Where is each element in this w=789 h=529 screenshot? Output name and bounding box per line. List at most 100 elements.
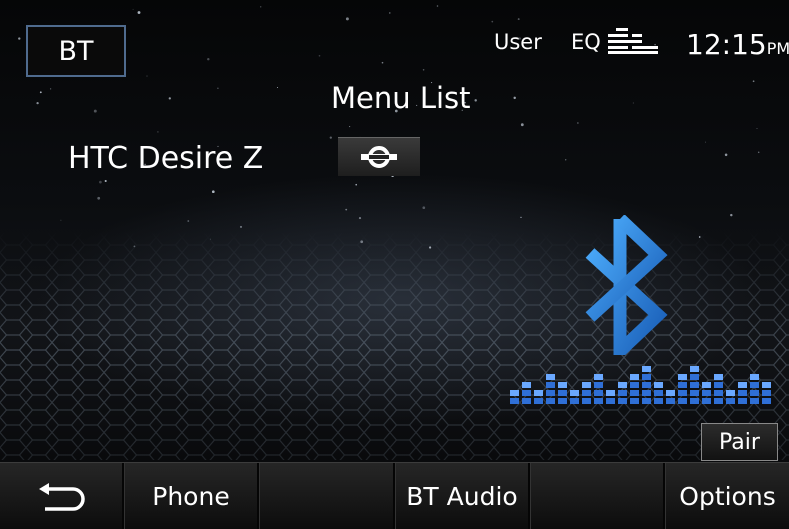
bar-divider xyxy=(528,463,531,529)
star xyxy=(757,151,760,154)
star xyxy=(422,206,426,210)
star xyxy=(260,6,262,8)
options-button[interactable]: Options xyxy=(666,463,789,529)
visualizer-bar-segment xyxy=(726,390,735,396)
visualizer-bar-segment xyxy=(714,374,723,380)
visualizer-bar-segment xyxy=(738,398,747,404)
visualizer-bar-segment xyxy=(654,382,663,388)
star xyxy=(318,54,321,57)
paired-device-name[interactable]: HTC Desire Z xyxy=(68,141,263,176)
hex-mesh-background xyxy=(0,230,789,460)
phone-button-label: Phone xyxy=(152,482,230,511)
visualizer-bar-segment xyxy=(714,390,723,396)
star xyxy=(436,5,439,7)
visualizer-bar-segment xyxy=(726,398,735,404)
visualizer-bar-segment xyxy=(558,382,567,388)
audio-visualizer xyxy=(510,366,771,404)
visualizer-bar-segment xyxy=(546,398,555,404)
star xyxy=(329,136,332,139)
star xyxy=(132,8,134,10)
visualizer-bar-segment xyxy=(642,382,651,388)
star xyxy=(187,220,190,222)
visualizer-bar-segment xyxy=(750,374,759,380)
visualizer-bar-segment xyxy=(690,390,699,396)
visualizer-bar-segment xyxy=(570,390,579,396)
visualizer-bar-segment xyxy=(582,398,591,404)
star xyxy=(422,69,425,71)
visualizer-bar-segment xyxy=(510,398,519,404)
visualizer-bar-segment xyxy=(702,382,711,388)
star xyxy=(345,17,349,21)
head-unit-screen: BT User EQ 12:15PM Menu List HTC Desire … xyxy=(0,0,789,529)
bt-audio-button-label: BT Audio xyxy=(406,482,518,511)
star xyxy=(157,131,159,133)
star xyxy=(517,18,520,21)
phone-button[interactable]: Phone xyxy=(125,463,257,529)
visualizer-bar-segment xyxy=(606,390,615,396)
visualizer-bar-segment xyxy=(654,390,663,396)
star xyxy=(389,12,391,14)
star xyxy=(520,216,522,219)
star xyxy=(565,159,567,161)
star xyxy=(93,109,97,113)
star xyxy=(355,183,357,186)
connect-button[interactable] xyxy=(338,137,420,176)
visualizer-bar-segment xyxy=(762,390,771,396)
link-connection-icon xyxy=(361,146,397,168)
visualizer-bar-segment xyxy=(678,374,687,380)
source-mode-button[interactable]: BT xyxy=(26,25,126,77)
visualizer-bar-segment xyxy=(594,390,603,396)
star xyxy=(474,99,477,102)
back-button[interactable] xyxy=(0,463,122,529)
star xyxy=(756,128,758,130)
star xyxy=(577,122,579,124)
star xyxy=(277,87,278,88)
visualizer-bar-segment xyxy=(642,398,651,404)
visualizer-bar-segment xyxy=(618,382,627,388)
visualizer-bar-segment xyxy=(606,398,615,404)
visualizer-bar-segment xyxy=(582,382,591,388)
bar-divider xyxy=(257,463,260,529)
eq-label[interactable]: EQ xyxy=(571,30,601,54)
pair-button[interactable]: Pair xyxy=(701,423,778,461)
visualizer-bar-segment xyxy=(582,390,591,396)
visualizer-bar-segment xyxy=(762,398,771,404)
star xyxy=(60,219,62,221)
visualizer-bar-segment xyxy=(558,398,567,404)
visualizer-bar-segment xyxy=(618,398,627,404)
star xyxy=(752,80,755,83)
visualizer-bar-segment xyxy=(594,382,603,388)
visualizer-bar-segment xyxy=(594,398,603,404)
options-button-label: Options xyxy=(679,482,776,511)
equalizer-icon[interactable] xyxy=(606,28,664,54)
star xyxy=(705,141,706,143)
clock-ampm: PM xyxy=(766,39,789,58)
visualizer-bar-segment xyxy=(678,382,687,388)
user-profile-label[interactable]: User xyxy=(494,30,542,54)
visualizer-bar-segment xyxy=(642,366,651,372)
clock: 12:15PM xyxy=(686,28,789,61)
star xyxy=(520,123,524,127)
visualizer-bar-segment xyxy=(570,398,579,404)
star xyxy=(211,190,215,194)
star xyxy=(345,208,348,211)
star xyxy=(207,57,210,61)
visualizer-bar-segment xyxy=(522,382,531,388)
star xyxy=(18,37,21,40)
visualizer-bar-segment xyxy=(642,390,651,396)
pair-button-label: Pair xyxy=(719,429,760,455)
bt-audio-button[interactable]: BT Audio xyxy=(396,463,528,529)
visualizer-bar-segment xyxy=(678,390,687,396)
visualizer-bar-segment xyxy=(630,382,639,388)
visualizer-bar-segment xyxy=(522,398,531,404)
clock-time: 12:15 xyxy=(686,28,767,61)
visualizer-bar-segment xyxy=(534,390,543,396)
visualizer-bar-segment xyxy=(750,382,759,388)
visualizer-bar-segment xyxy=(510,390,519,396)
star xyxy=(513,96,516,100)
visualizer-bar-segment xyxy=(666,390,675,396)
star xyxy=(381,61,384,64)
page-title: Menu List xyxy=(331,81,471,115)
visualizer-bar-segment xyxy=(630,398,639,404)
visualizer-bar-segment xyxy=(666,398,675,404)
